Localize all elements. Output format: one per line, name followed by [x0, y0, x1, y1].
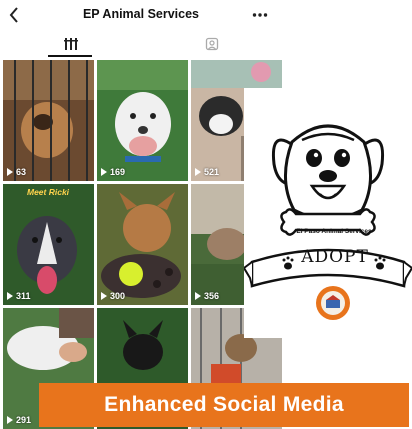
dog-photo: [3, 60, 94, 181]
play-icon: [101, 168, 107, 176]
view-count-value: 169: [110, 167, 126, 177]
more-options-button[interactable]: [252, 3, 268, 27]
view-count: 63: [7, 167, 26, 177]
view-count: 356: [195, 291, 219, 301]
active-tab-indicator: [48, 55, 92, 57]
view-count-value: 311: [16, 291, 31, 301]
view-count: 311: [7, 291, 31, 301]
tab-posts-grid[interactable]: [0, 30, 141, 58]
play-icon: [101, 292, 107, 300]
view-count-value: 63: [16, 167, 27, 177]
banner-text: Enhanced Social Media: [104, 393, 344, 416]
tagged-icon: [205, 37, 218, 51]
post-tile[interactable]: 63: [3, 60, 94, 181]
profile-tabs: [0, 30, 282, 58]
instagram-profile-screen: EP Animal Services 63 169 521 Meet Ricki…: [0, 0, 412, 429]
view-count: 300: [101, 291, 125, 301]
view-count: 521: [195, 167, 219, 177]
play-icon: [7, 416, 13, 424]
dog-photo: [97, 60, 188, 181]
logo-org-name: El Paso Animal Services: [296, 228, 372, 235]
city-seal-icon: [316, 286, 350, 320]
grid-icon: [63, 38, 78, 50]
dog-photo: [97, 184, 188, 305]
profile-header: EP Animal Services: [0, 0, 282, 30]
adopt-logo: El Paso Animal Services ADOPT: [244, 88, 412, 338]
view-count-value: 300: [110, 291, 126, 301]
posts-grid: 63 169 521 Meet Ricki 311 300 356 291: [3, 60, 282, 429]
social-media-banner: Enhanced Social Media: [39, 383, 409, 427]
view-count: 291: [7, 415, 31, 425]
play-icon: [7, 168, 13, 176]
view-count-value: 356: [204, 291, 220, 301]
play-icon: [7, 292, 13, 300]
post-tile[interactable]: Meet Ricki 311: [3, 184, 94, 305]
dog-photo: [3, 184, 94, 305]
play-icon: [195, 292, 201, 300]
more-horizontal-icon: [252, 13, 268, 17]
view-count: 169: [101, 167, 125, 177]
view-count-value: 521: [204, 167, 220, 177]
play-icon: [195, 168, 201, 176]
post-tile[interactable]: 300: [97, 184, 188, 305]
logo-adopt-text: ADOPT: [301, 247, 369, 267]
tab-tagged[interactable]: [141, 30, 282, 58]
post-caption: Meet Ricki: [27, 187, 70, 197]
profile-title: EP Animal Services: [82, 7, 200, 21]
post-tile[interactable]: 169: [97, 60, 188, 181]
view-count-value: 291: [16, 415, 32, 425]
